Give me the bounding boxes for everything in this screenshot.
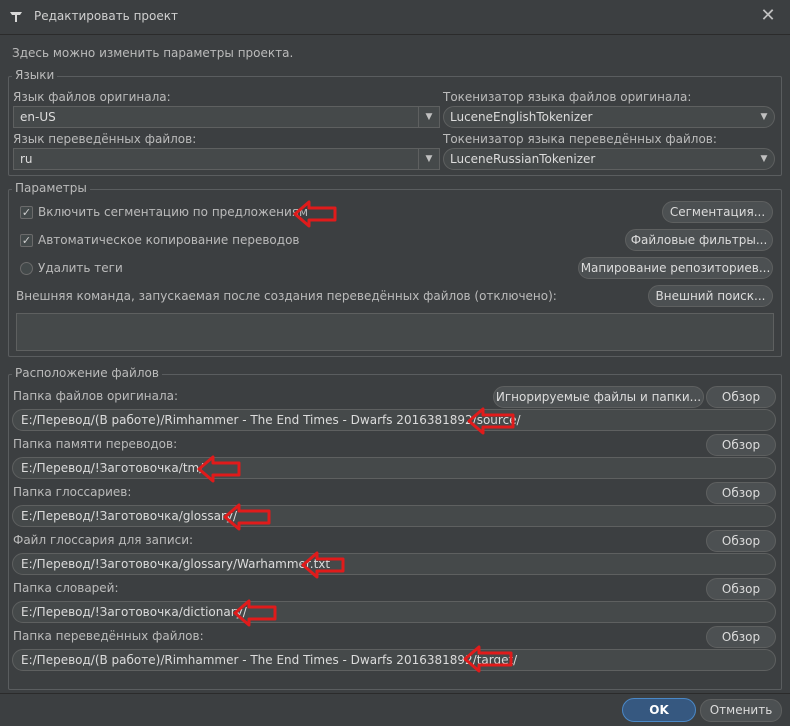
location-label: Папка переведённых файлов: (13, 629, 204, 643)
params-group-label: Параметры (12, 181, 90, 195)
sentence-seg-checkbox[interactable]: ✓ (20, 206, 33, 219)
target-tokenizer-label: Токенизатор языка переведённых файлов: (443, 132, 717, 146)
annotation-arrow-icon (223, 503, 271, 531)
intro-text: Здесь можно изменить параметры проекта. (12, 46, 294, 60)
location-field[interactable]: E:/Перевод/!Заготовочка/glossary/ (12, 505, 776, 527)
annotation-arrow-icon (463, 645, 513, 673)
target-lang-label: Язык переведённых файлов: (13, 132, 197, 146)
source-tokenizer-label: Токенизатор языка файлов оригинала: (443, 90, 692, 104)
browse-button[interactable]: Обзор (706, 386, 776, 408)
chevron-down-icon: ▼ (418, 107, 439, 127)
source-tokenizer-combo[interactable]: LuceneEnglishTokenizer ▼ (443, 106, 775, 128)
source-lang-label: Язык файлов оригинала: (13, 90, 171, 104)
ignored-files-button[interactable]: Игнорируемые файлы и папки... (493, 386, 704, 408)
sentence-seg-label: Включить сегментацию по предложениям (38, 205, 309, 219)
chevron-down-icon: ▼ (760, 112, 768, 122)
source-lang-value: en-US (20, 110, 56, 124)
remove-tags-label: Удалить теги (38, 261, 123, 275)
repo-mapping-button[interactable]: Мапирование репозиториев... (578, 257, 773, 279)
external-cmd-label: Внешняя команда, запускаемая после созда… (16, 289, 557, 303)
location-label: Папка файлов оригинала: (13, 389, 179, 403)
browse-button[interactable]: Обзор (706, 578, 776, 600)
annotation-arrow-icon (467, 407, 515, 435)
browse-button[interactable]: Обзор (706, 530, 776, 552)
external-cmd-input[interactable] (16, 313, 774, 351)
file-filters-button[interactable]: Файловые фильтры... (625, 229, 773, 251)
target-tokenizer-value: LuceneRussianTokenizer (450, 152, 596, 166)
ok-button[interactable]: OK (622, 698, 696, 722)
location-label: Папка памяти переводов: (13, 437, 178, 451)
title-bar: Редактировать проект ✕ (0, 0, 790, 35)
footer-divider (0, 693, 790, 694)
auto-copy-label: Автоматическое копирование переводов (38, 233, 300, 247)
annotation-arrow-icon (197, 455, 241, 483)
location-label: Папка словарей: (13, 581, 119, 595)
cancel-button[interactable]: Отменить (700, 699, 782, 722)
external-search-button[interactable]: Внешний поиск... (648, 285, 773, 307)
chevron-down-icon: ▼ (760, 154, 768, 164)
browse-button[interactable]: Обзор (706, 626, 776, 648)
annotation-arrow-icon (293, 200, 337, 228)
browse-button[interactable]: Обзор (706, 434, 776, 456)
annotation-arrow-icon (233, 599, 277, 627)
location-field[interactable]: E:/Перевод/!Заготовочка/dictionary/ (12, 601, 776, 623)
segmentation-button[interactable]: Сегментация... (662, 201, 773, 223)
close-icon[interactable]: ✕ (756, 5, 780, 29)
location-field[interactable]: E:/Перевод/(В работе)/Rimhammer - The En… (12, 409, 776, 431)
app-logo-icon (10, 12, 22, 22)
target-lang-combo[interactable]: ru ▼ (13, 148, 440, 170)
location-field[interactable]: E:/Перевод/!Заготовочка/glossary/Warhamm… (12, 553, 776, 575)
chevron-down-icon: ▼ (418, 149, 439, 169)
annotation-arrow-icon (301, 551, 345, 579)
auto-copy-checkbox[interactable]: ✓ (20, 234, 33, 247)
browse-button[interactable]: Обзор (706, 482, 776, 504)
location-label: Файл глоссария для записи: (13, 533, 194, 547)
location-field[interactable]: E:/Перевод/!Заготовочка/tm/ (12, 457, 776, 479)
source-tokenizer-value: LuceneEnglishTokenizer (450, 110, 593, 124)
target-tokenizer-combo[interactable]: LuceneRussianTokenizer ▼ (443, 148, 775, 170)
location-label: Папка глоссариев: (13, 485, 132, 499)
languages-group-label: Языки (12, 68, 58, 82)
locations-group-label: Расположение файлов (12, 366, 162, 380)
source-lang-combo[interactable]: en-US ▼ (13, 106, 440, 128)
remove-tags-checkbox[interactable] (20, 262, 33, 275)
window-title: Редактировать проект (34, 9, 178, 23)
target-lang-value: ru (20, 152, 33, 166)
location-field[interactable]: E:/Перевод/(В работе)/Rimhammer - The En… (12, 649, 776, 671)
